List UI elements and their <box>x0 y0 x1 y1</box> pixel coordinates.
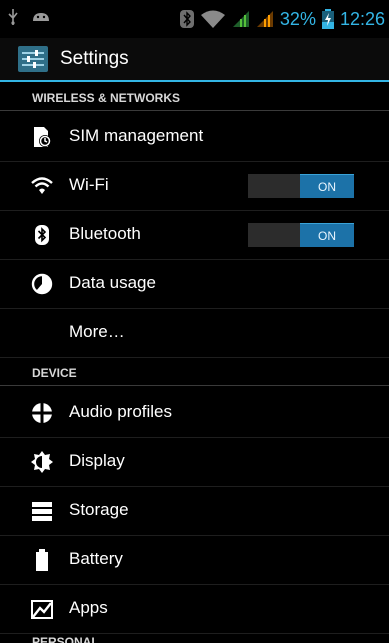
status-right: 32% 12:26 <box>179 8 385 30</box>
signal-sim2-icon <box>256 11 273 27</box>
sim-card-icon <box>34 127 51 147</box>
bluetooth-status-icon <box>179 10 194 28</box>
settings-item-label: Audio profiles <box>69 402 173 421</box>
settings-item-bluetooth[interactable]: Bluetooth ON <box>0 211 389 260</box>
display-icon <box>31 451 53 473</box>
battery-percent: 32% <box>279 9 316 29</box>
settings-item-data-usage[interactable]: Data usage <box>0 260 389 309</box>
storage-icon <box>32 502 52 521</box>
settings-item-label: Battery <box>69 549 123 568</box>
toggle-on-label: ON <box>300 223 354 247</box>
settings-item-label: Wi-Fi <box>69 175 109 194</box>
section-header-wireless: WIRELESS & NETWORKS <box>0 84 389 111</box>
signal-sim1-icon <box>232 11 249 27</box>
settings-item-label: Bluetooth <box>69 224 141 243</box>
section-title: DEVICE <box>32 366 77 380</box>
settings-app-icon[interactable] <box>18 46 48 72</box>
section-header-personal: PERSONAL <box>32 635 99 643</box>
wifi-toggle[interactable]: ON <box>248 174 354 198</box>
wifi-status-icon <box>200 10 225 28</box>
settings-item-wifi[interactable]: Wi-Fi ON <box>0 162 389 211</box>
clock: 12:26 <box>339 9 385 29</box>
status-left <box>6 8 52 30</box>
settings-item-more[interactable]: More… <box>0 309 389 358</box>
settings-item-label: Display <box>69 451 125 470</box>
section-title: WIRELESS & NETWORKS <box>32 91 181 105</box>
bluetooth-icon <box>35 225 49 245</box>
settings-item-label: More… <box>69 322 125 341</box>
settings-item-display[interactable]: Display <box>0 438 389 487</box>
status-bar: 32% 12:26 <box>0 0 389 38</box>
settings-item-apps[interactable]: Apps <box>0 585 389 634</box>
settings-item-battery[interactable]: Battery <box>0 536 389 585</box>
android-debug-icon <box>33 13 50 21</box>
toggle-on-label: ON <box>300 174 354 198</box>
settings-item-label: Storage <box>69 500 129 519</box>
usb-icon <box>8 9 18 25</box>
audio-profiles-icon <box>30 401 54 425</box>
settings-item-label: SIM management <box>69 126 204 145</box>
page-title: Settings <box>60 48 129 69</box>
settings-item-label: Apps <box>69 598 108 617</box>
settings-item-audio-profiles[interactable]: Audio profiles <box>0 389 389 438</box>
data-usage-icon <box>31 273 53 295</box>
section-header-device: DEVICE <box>0 359 389 386</box>
wifi-icon <box>31 177 53 194</box>
settings-item-label: Data usage <box>69 273 156 292</box>
apps-icon <box>31 600 53 619</box>
bluetooth-toggle[interactable]: ON <box>248 223 354 247</box>
settings-item-sim-management[interactable]: SIM management <box>0 113 389 162</box>
battery-icon <box>36 549 48 571</box>
action-bar: Settings <box>0 38 389 82</box>
settings-item-storage[interactable]: Storage <box>0 487 389 536</box>
battery-icon <box>321 9 334 29</box>
